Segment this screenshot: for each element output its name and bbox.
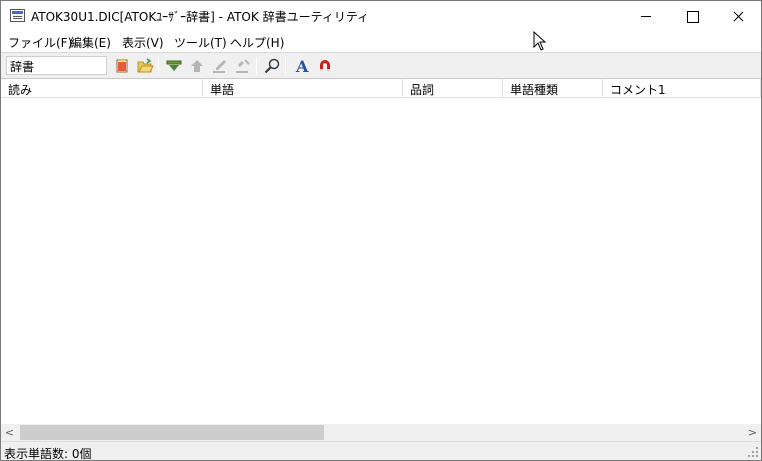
scroll-right-icon[interactable]: > [744, 424, 761, 441]
edit-icon[interactable] [210, 56, 230, 76]
toolbar-separator [285, 57, 286, 74]
font-icon[interactable]: A [292, 56, 312, 76]
new-dictionary-icon[interactable] [112, 56, 132, 76]
toolbar-separator [158, 57, 159, 74]
resize-grip-icon[interactable] [747, 446, 759, 458]
status-word-count: 表示単語数: 0個 [4, 447, 92, 461]
up-icon[interactable] [187, 56, 207, 76]
toolbar: 辞書 A [1, 52, 761, 78]
column-header-word-type[interactable]: 単語種類 [503, 79, 603, 98]
app-icon[interactable] [10, 9, 25, 22]
maximize-button[interactable] [669, 1, 715, 31]
status-bar: 表示単語数: 0個 [1, 441, 761, 461]
menu-edit[interactable]: 編集(E) [70, 34, 111, 51]
register-word-icon[interactable] [164, 56, 184, 76]
mouse-cursor-icon [533, 30, 547, 51]
list-body[interactable] [1, 98, 761, 425]
close-button[interactable] [715, 1, 761, 31]
column-header-word[interactable]: 単語 [203, 79, 403, 98]
scroll-left-icon[interactable]: < [1, 424, 18, 441]
magnet-icon[interactable] [315, 56, 335, 76]
title-bar[interactable]: ATOK30U1.DIC[ATOKﾕｰｻﾞｰ辞書] - ATOK 辞書ユーティリ… [1, 1, 761, 31]
open-folder-icon[interactable] [135, 56, 155, 76]
horizontal-scrollbar[interactable]: < > [1, 424, 761, 441]
menu-bar: ファイル(F) 編集(E) 表示(V) ツール(T) ヘルプ(H) [1, 31, 761, 52]
menu-tools[interactable]: ツール(T) [174, 34, 227, 51]
svg-text:A: A [295, 57, 309, 76]
app-window: ATOK30U1.DIC[ATOKﾕｰｻﾞｰ辞書] - ATOK 辞書ユーティリ… [0, 0, 762, 461]
menu-help[interactable]: ヘルプ(H) [230, 34, 284, 51]
delete-icon[interactable] [233, 56, 253, 76]
minimize-button[interactable] [623, 1, 669, 31]
menu-view[interactable]: 表示(V) [122, 34, 164, 51]
search-icon[interactable] [262, 56, 282, 76]
word-list[interactable]: 読み 単語 品詞 単語種類 コメント1 [1, 78, 761, 424]
column-header-reading[interactable]: 読み [1, 79, 203, 98]
dictionary-select[interactable]: 辞書 [6, 56, 107, 75]
column-header-comment1[interactable]: コメント1 [603, 79, 761, 98]
menu-file[interactable]: ファイル(F) [8, 34, 72, 51]
column-header-part-of-speech[interactable]: 品詞 [403, 79, 503, 98]
toolbar-separator [256, 57, 257, 74]
scroll-thumb[interactable] [20, 425, 324, 440]
window-title: ATOK30U1.DIC[ATOKﾕｰｻﾞｰ辞書] - ATOK 辞書ユーティリ… [31, 10, 370, 24]
